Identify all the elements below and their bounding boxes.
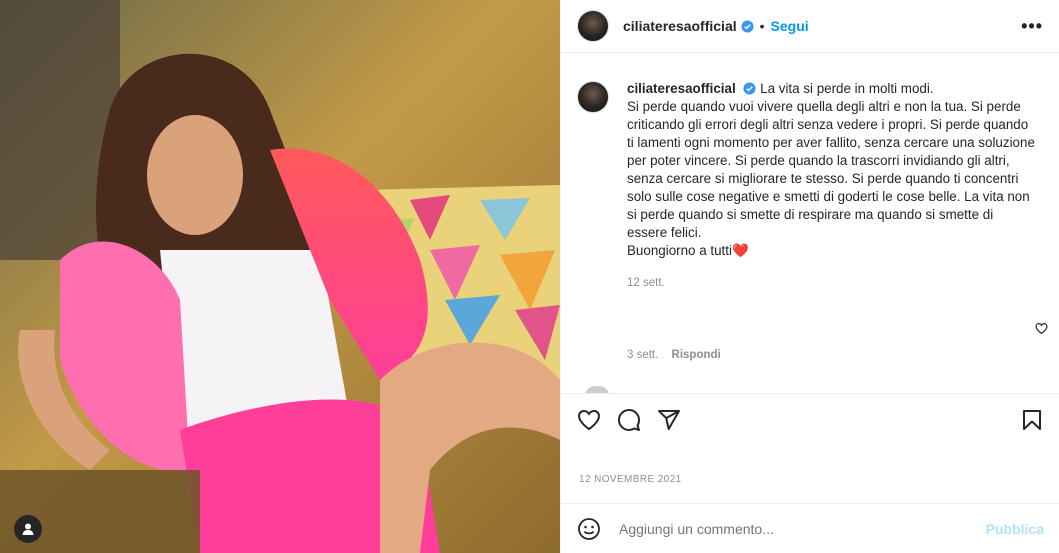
header-username[interactable]: ciliateresaofficial	[623, 18, 737, 34]
post-date: 12 NOVEMBRE 2021	[579, 474, 682, 485]
post-photo-illustration	[0, 0, 560, 553]
add-comment-bar: Pubblica	[561, 503, 1059, 553]
caption-text-body: Si perde quando vuoi vivere quella degli…	[627, 99, 1035, 240]
save-icon[interactable]	[1020, 408, 1044, 432]
verified-badge-icon	[741, 19, 754, 33]
post-header: ciliateresaofficial • Segui •••	[561, 0, 1059, 53]
comment-icon[interactable]	[617, 408, 641, 432]
comments-section[interactable]: ciliateresaofficial La vita si perde in …	[561, 54, 1059, 393]
caption-text-last: Buongiorno a tutti	[627, 243, 732, 258]
action-bar	[561, 393, 1059, 445]
emoji-icon[interactable]	[577, 517, 601, 541]
caption-body: ciliateresaofficial La vita si perde in …	[627, 80, 1037, 292]
reply-time: 3 sett.	[627, 349, 659, 361]
small-like-icon[interactable]	[1035, 322, 1048, 335]
avatar[interactable]	[577, 10, 609, 42]
separator-dot: •	[759, 18, 765, 34]
caption: ciliateresaofficial La vita si perde in …	[561, 54, 1059, 292]
next-comment-avatar[interactable]	[585, 386, 609, 393]
verified-badge-icon	[743, 82, 756, 95]
post-image[interactable]	[0, 0, 560, 553]
heart-emoji: ❤️	[731, 243, 749, 258]
share-icon[interactable]	[657, 408, 681, 432]
caption-text-first: La vita si perde in molti modi.	[760, 81, 934, 96]
post-details-panel: ciliateresaofficial • Segui ••• ciliater…	[560, 0, 1059, 553]
comment-input[interactable]	[617, 519, 986, 538]
follow-button[interactable]: Segui	[771, 18, 809, 34]
like-icon[interactable]	[577, 408, 601, 432]
caption-avatar[interactable]	[577, 81, 609, 113]
caption-username[interactable]: ciliateresaofficial	[627, 81, 736, 96]
reply-button[interactable]: Rispondi	[672, 349, 721, 361]
caption-time[interactable]: 12 sett.	[627, 274, 1037, 292]
user-tag-icon[interactable]	[14, 515, 42, 543]
person-icon	[22, 523, 34, 535]
publish-button[interactable]: Pubblica	[986, 521, 1044, 537]
more-options-icon[interactable]: •••	[1021, 16, 1043, 37]
reply-row: 3 sett. Rispondi	[627, 349, 721, 361]
